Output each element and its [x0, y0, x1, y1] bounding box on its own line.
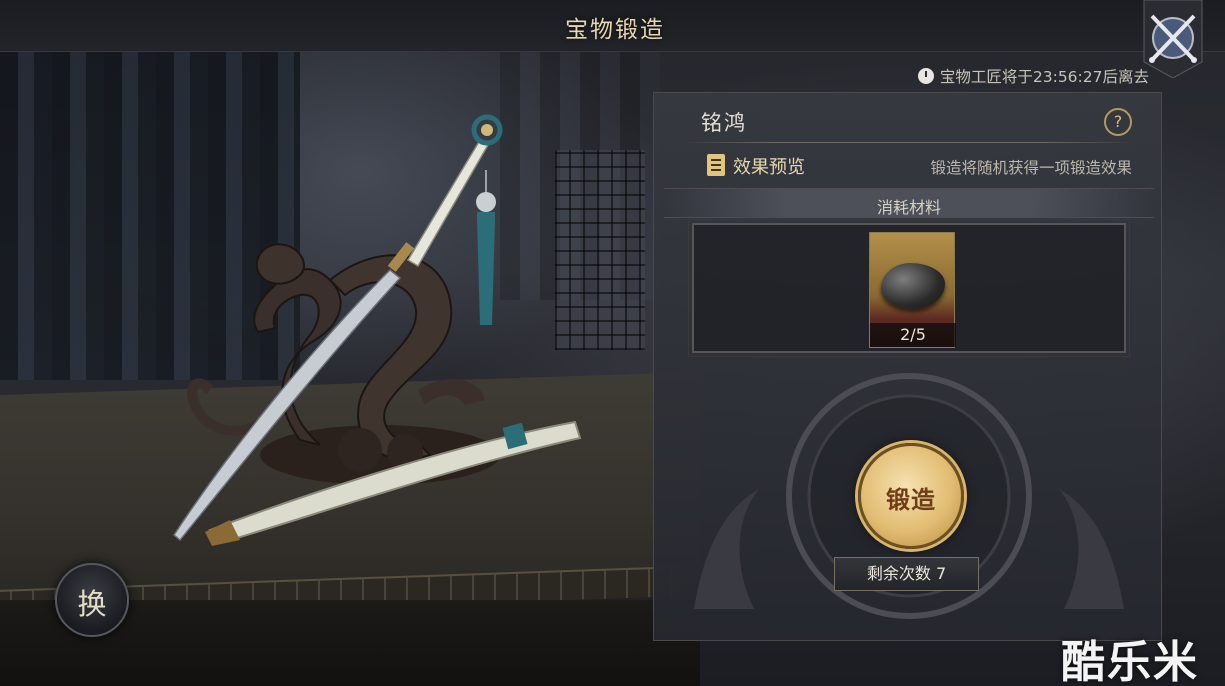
- document-icon: [707, 154, 725, 176]
- material-slot[interactable]: 2/5: [869, 232, 956, 348]
- swap-treasure-button[interactable]: 换: [55, 563, 129, 637]
- forge-button[interactable]: 锻造: [858, 443, 964, 549]
- treasure-artwork: [173, 114, 582, 546]
- materials-label: 消耗材料: [876, 198, 941, 217]
- watermark: 酷乐米: [1061, 637, 1199, 686]
- effect-preview-link[interactable]: 效果预览: [733, 153, 805, 179]
- timer-text: 宝物工匠将于23:56:27后离去: [939, 68, 1149, 86]
- treasure-name: 铭鸿: [701, 111, 747, 135]
- page-title: 宝物锻造: [565, 17, 665, 43]
- forge-area: 锻造 剩余次数 7: [664, 369, 1154, 619]
- iron-ore-icon: [881, 263, 945, 309]
- artisan-timer: 宝物工匠将于23:56:27后离去: [917, 65, 1149, 87]
- remaining-attempts: 剩余次数 7: [834, 557, 979, 591]
- forge-button-label: 锻造: [886, 486, 936, 514]
- material-count: 2/5: [870, 323, 956, 347]
- forge-panel: 铭鸿 ? 效果预览 锻造将随机获得一项锻造效果 消耗材料 2/5 锻造 剩余次数…: [653, 92, 1162, 641]
- swap-label: 换: [77, 587, 107, 621]
- help-button[interactable]: ?: [1104, 108, 1132, 136]
- header-bar: 宝物锻造: [0, 0, 1225, 52]
- clock-icon: [917, 68, 934, 84]
- materials-header: 消耗材料: [664, 188, 1154, 218]
- effect-preview-row[interactable]: 效果预览 锻造将随机获得一项锻造效果: [704, 151, 1144, 181]
- materials-box: 2/5: [688, 219, 1130, 357]
- sword-tassel: [476, 170, 496, 325]
- effect-preview-description: 锻造将随机获得一项锻造效果: [930, 159, 1132, 177]
- divider: [684, 142, 1134, 143]
